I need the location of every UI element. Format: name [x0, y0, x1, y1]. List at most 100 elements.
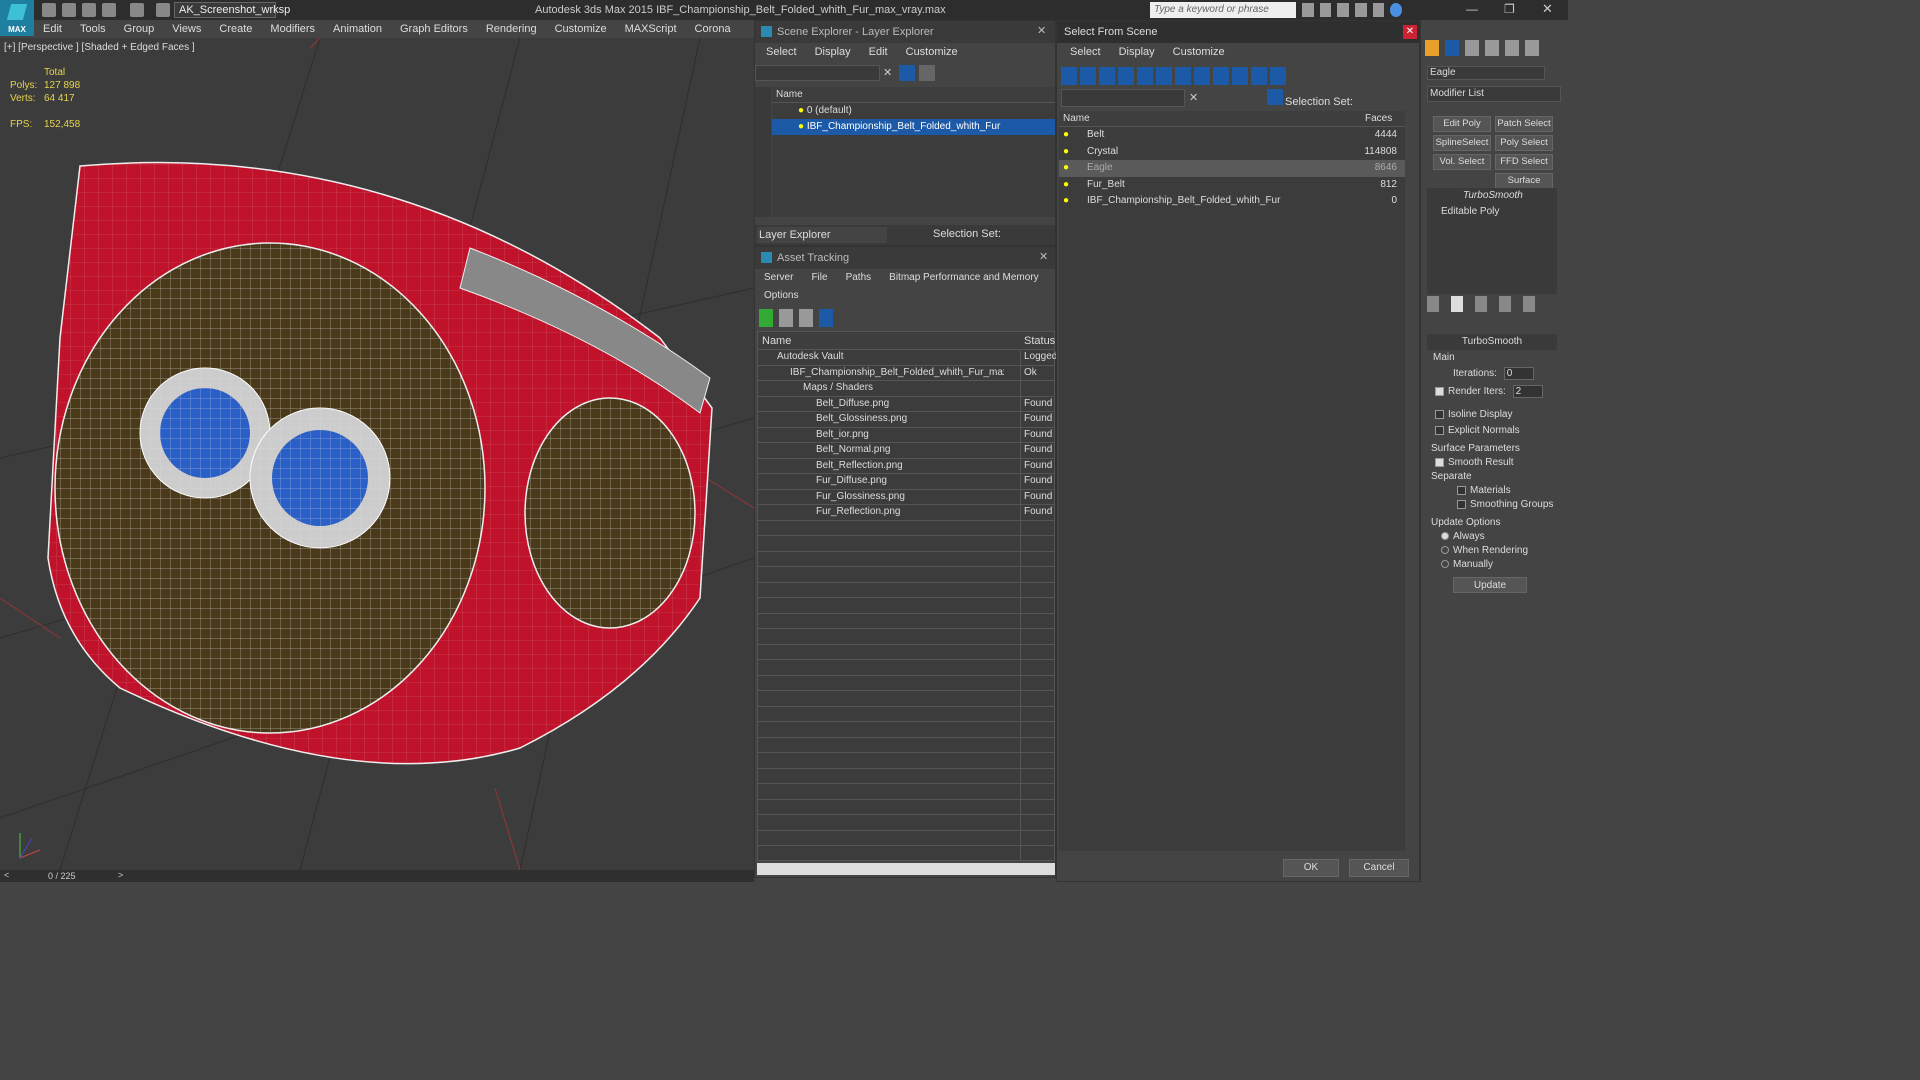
when-rendering-radio[interactable] — [1441, 546, 1449, 555]
layer-row-belt[interactable]: ● IBF_Championship_Belt_Folded_whith_Fur — [772, 119, 1055, 135]
sfs-menu-select[interactable]: Select — [1061, 43, 1110, 61]
layer-filter-icon[interactable] — [919, 65, 935, 81]
display-tab-icon[interactable] — [1505, 40, 1519, 56]
filter-icon[interactable] — [899, 65, 915, 81]
scene-explorer-find-input[interactable] — [755, 65, 880, 81]
asset-horizontal-scrollbar[interactable] — [757, 863, 1055, 875]
explicit-normals-checkbox[interactable] — [1435, 425, 1444, 435]
thumbnail-icon[interactable] — [799, 309, 813, 327]
menu-rendering[interactable]: Rendering — [477, 20, 546, 38]
modifier-button-surface-select[interactable]: Surface Select — [1495, 173, 1553, 200]
menu-corona[interactable]: Corona — [686, 20, 740, 38]
motion-tab-icon[interactable] — [1485, 40, 1499, 56]
list-icon[interactable] — [779, 309, 793, 327]
modifier-button-edit-poly[interactable]: Edit Poly — [1433, 116, 1491, 132]
display-shapes-icon[interactable] — [1080, 67, 1096, 85]
smooth-result-checkbox[interactable] — [1435, 457, 1444, 467]
always-radio[interactable] — [1441, 532, 1449, 541]
table-row[interactable]: Belt_Reflection.png Found — [758, 459, 1054, 474]
render-iters-spinner[interactable]: 2 — [1512, 385, 1543, 398]
scene-col-faces[interactable]: Faces — [1365, 111, 1392, 127]
lightbulb-icon[interactable]: ● — [1063, 127, 1069, 143]
help-icon[interactable] — [1390, 3, 1403, 17]
make-unique-icon[interactable] — [1475, 296, 1487, 312]
scene-explorer-close-button[interactable]: ✕ — [1037, 24, 1046, 37]
display-groups-icon[interactable] — [1175, 67, 1191, 85]
modifier-list-dropdown[interactable]: Modifier List — [1427, 86, 1561, 102]
table-row[interactable]: Autodesk Vault Logged — [758, 350, 1057, 366]
hierarchy-tab-icon[interactable] — [1465, 40, 1479, 56]
restore-button[interactable]: ❐ — [1504, 2, 1515, 16]
display-geometry-icon[interactable] — [1061, 67, 1077, 85]
modifier-button-vol-select[interactable]: Vol. Select — [1433, 154, 1491, 170]
modifier-button-ffd-select[interactable]: FFD Select — [1495, 154, 1553, 170]
list-item[interactable]: ● Belt 4444 — [1059, 127, 1405, 144]
materials-checkbox[interactable] — [1457, 485, 1466, 495]
lightbulb-icon[interactable]: ● — [1063, 160, 1069, 176]
project-folder-icon[interactable] — [156, 3, 170, 17]
smoothing-groups-checkbox[interactable] — [1457, 499, 1466, 509]
lightbulb-icon[interactable]: ● — [1063, 177, 1069, 193]
table-row[interactable]: Fur_Diffuse.png Found — [758, 474, 1054, 490]
lightbulb-icon[interactable]: ● — [798, 105, 804, 116]
menu-animation[interactable]: Animation — [324, 20, 391, 38]
list-item[interactable]: ● Crystal 114808 — [1059, 144, 1405, 161]
create-tab-icon[interactable] — [1425, 40, 1439, 56]
ok-button[interactable]: OK — [1283, 859, 1339, 877]
sfs-menu-customize[interactable]: Customize — [1164, 43, 1234, 61]
modifier-button-splineselect[interactable]: SplineSelect — [1433, 135, 1491, 151]
display-lights-icon[interactable] — [1099, 67, 1115, 85]
display-hidden-icon[interactable] — [1270, 67, 1286, 85]
manually-radio[interactable] — [1441, 560, 1449, 569]
menu-views[interactable]: Views — [163, 20, 210, 38]
show-end-result-icon[interactable] — [1451, 296, 1463, 312]
select-find-input[interactable] — [1061, 89, 1185, 107]
iterations-spinner[interactable]: 0 — [1503, 367, 1534, 380]
menu-tools[interactable]: Tools — [71, 20, 115, 38]
table-row[interactable]: Belt_ior.png Found — [758, 428, 1054, 443]
stack-editable-poly[interactable]: Editable Poly — [1427, 204, 1557, 220]
x-icon[interactable] — [1372, 3, 1385, 17]
pin-stack-icon[interactable] — [1427, 296, 1439, 312]
layer-row-default[interactable]: ● 0 (default) — [772, 103, 1055, 119]
lightbulb-icon[interactable]: ● — [1063, 193, 1069, 209]
search-input[interactable]: Type a keyword or phrase — [1150, 2, 1296, 18]
lightbulb-icon[interactable]: ● — [1063, 144, 1069, 160]
cancel-button[interactable]: Cancel — [1349, 859, 1409, 877]
select-from-scene-close-button[interactable]: ✕ — [1403, 25, 1417, 39]
configure-sets-icon[interactable] — [1523, 296, 1535, 312]
table-row[interactable]: Fur_Reflection.png Found — [758, 505, 1054, 521]
clear-find-icon[interactable]: ✕ — [883, 66, 892, 79]
table-row[interactable]: Belt_Glossiness.png Found — [758, 412, 1054, 428]
isoline-checkbox[interactable] — [1435, 409, 1444, 419]
sfs-menu-display[interactable]: Display — [1110, 43, 1164, 61]
explorer-mode-dropdown[interactable]: Layer Explorer — [757, 227, 887, 243]
viewport-label[interactable]: [+] [Perspective ] [Shaded + Edged Faces… — [4, 42, 195, 53]
modifier-button-patch-select[interactable]: Patch Select — [1495, 116, 1553, 132]
key-icon[interactable] — [1319, 3, 1332, 17]
se-menu-display[interactable]: Display — [806, 43, 860, 61]
table-row[interactable]: IBF_Championship_Belt_Folded_whith_Fur_m… — [758, 366, 1054, 381]
stack-turbosmooth[interactable]: TurboSmooth — [1427, 188, 1557, 204]
menu-edit[interactable]: Edit — [34, 20, 71, 38]
asset-col-name[interactable]: Name — [762, 335, 791, 347]
menu-maxscript[interactable]: MAXScript — [616, 20, 686, 38]
perspective-viewport[interactable]: [+] [Perspective ] [Shaded + Edged Faces… — [0, 38, 754, 870]
time-slider[interactable]: < 0 / 225 > — [0, 870, 754, 882]
close-button[interactable]: ✕ — [1542, 1, 1553, 17]
menu-customize[interactable]: Customize — [546, 20, 616, 38]
minimize-button[interactable]: — — [1466, 2, 1478, 16]
redo-icon[interactable] — [130, 3, 144, 17]
new-file-icon[interactable] — [42, 3, 56, 17]
asset-tracking-close-button[interactable]: ✕ — [1039, 250, 1048, 263]
modifier-button-poly-select[interactable]: Poly Select — [1495, 135, 1553, 151]
se-menu-select[interactable]: Select — [757, 43, 806, 61]
lightbulb-icon[interactable]: ● — [798, 121, 804, 132]
display-bones-icon[interactable] — [1213, 67, 1229, 85]
se-menu-edit[interactable]: Edit — [860, 43, 897, 61]
list-item[interactable]: ● IBF_Championship_Belt_Folded_whith_Fur 0 — [1059, 193, 1405, 210]
table-row[interactable]: Belt_Diffuse.png Found — [758, 397, 1054, 412]
refresh-icon[interactable] — [759, 309, 773, 327]
remove-modifier-icon[interactable] — [1499, 296, 1511, 312]
display-spacewarps-icon[interactable] — [1156, 67, 1172, 85]
